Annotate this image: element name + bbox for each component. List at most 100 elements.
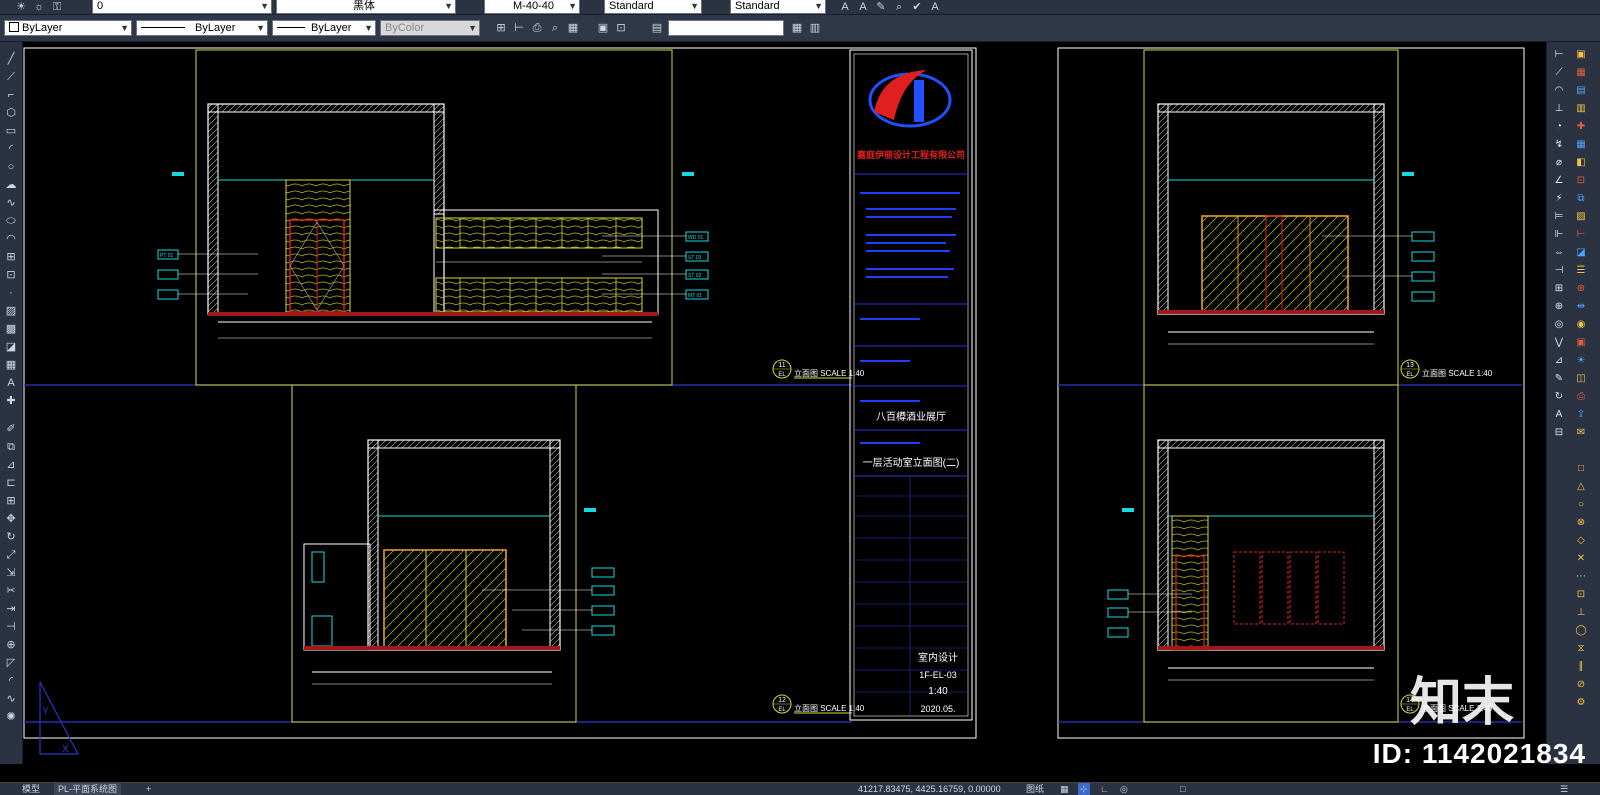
render-icon[interactable]: ◉ xyxy=(1573,318,1589,332)
rectangle-icon[interactable]: ▭ xyxy=(3,124,19,138)
array-icon[interactable]: ⊞ xyxy=(3,494,19,508)
spline-icon[interactable]: ∿ xyxy=(3,196,19,210)
block-icon[interactable]: ▣ xyxy=(596,21,610,35)
tool-palette-icon[interactable]: ▣ xyxy=(1573,48,1589,62)
dim-diameter-icon[interactable]: ⌀ xyxy=(1551,156,1567,170)
snap-toggle-icon[interactable]: ⊹ xyxy=(1078,783,1090,795)
extend-icon[interactable]: ⇥ xyxy=(3,602,19,616)
zoom-icon[interactable]: ⌕ xyxy=(548,21,562,35)
find-icon[interactable]: ⌕ xyxy=(892,0,906,14)
center-mark-icon[interactable]: ⊕ xyxy=(1551,300,1567,314)
dim-aligned-icon[interactable]: ⟋ xyxy=(1551,66,1567,80)
mtext-tool-icon[interactable]: A xyxy=(3,376,19,390)
area-icon[interactable]: ◪ xyxy=(1573,246,1589,260)
bulb-icon[interactable]: ☀ xyxy=(14,0,28,14)
arc-icon[interactable]: ◜ xyxy=(3,142,19,156)
osnap-intersection-icon[interactable]: ✕ xyxy=(1573,552,1589,566)
explode-icon[interactable]: ✺ xyxy=(3,710,19,724)
region-icon[interactable]: ◪ xyxy=(3,340,19,354)
check-spelling-icon[interactable]: ✔ xyxy=(910,0,924,14)
tolerance-icon[interactable]: ⊞ xyxy=(1551,282,1567,296)
trim-icon[interactable]: ✂ xyxy=(3,584,19,598)
dimstyle-dropdown[interactable]: M-40-40 ▼ xyxy=(484,0,580,14)
sheetset-icon[interactable]: ▥ xyxy=(1573,102,1589,116)
design-center-icon[interactable]: ▦ xyxy=(1573,66,1589,80)
plot-icon[interactable]: ⎙ xyxy=(1573,390,1589,404)
scale-icon[interactable]: ⤢ xyxy=(3,548,19,562)
dim-linear-tool-icon[interactable]: ⊢ xyxy=(1551,48,1567,62)
circle-icon[interactable]: ○ xyxy=(3,160,19,174)
ellipse-icon[interactable]: ⬭ xyxy=(3,214,19,228)
dim-baseline-icon[interactable]: ⊨ xyxy=(1551,210,1567,224)
list-icon[interactable]: ☰ xyxy=(1573,264,1589,278)
join-icon[interactable]: ⊕ xyxy=(3,638,19,652)
blend-icon[interactable]: ∿ xyxy=(3,692,19,706)
viewport-icon[interactable]: ▥ xyxy=(808,21,822,35)
plotstyle-dropdown[interactable]: ByColor ▼ xyxy=(380,20,480,36)
xref-icon[interactable]: ⧉ xyxy=(1573,192,1589,206)
dim-radius-icon[interactable]: ◔ xyxy=(1551,120,1567,134)
dim-update-icon[interactable]: ↻ xyxy=(1551,390,1567,404)
offset-icon[interactable]: ⊏ xyxy=(3,476,19,490)
id-point-icon[interactable]: ⊕ xyxy=(1573,282,1589,296)
command-input[interactable] xyxy=(668,20,784,36)
erase-icon[interactable]: ✐ xyxy=(3,422,19,436)
measure-icon[interactable]: ⊢ xyxy=(1573,228,1589,242)
grid-icon[interactable]: ▦ xyxy=(566,21,580,35)
osnap-settings-icon[interactable]: ⚙ xyxy=(1573,696,1589,710)
ortho-toggle-icon[interactable]: ∟ xyxy=(1100,783,1109,795)
tab-layout[interactable]: PL-平面系统图 xyxy=(54,783,122,795)
osnap-node-icon[interactable]: ⊗ xyxy=(1573,516,1589,530)
grid-toggle-icon[interactable]: ▦ xyxy=(1060,783,1069,795)
layout-icon[interactable]: ▤ xyxy=(650,21,664,35)
table-icon[interactable]: ▦ xyxy=(790,21,804,35)
move-icon[interactable]: ✥ xyxy=(3,512,19,526)
stretch-icon[interactable]: ⇲ xyxy=(3,566,19,580)
dim-break-icon[interactable]: ⊣ xyxy=(1551,264,1567,278)
copy-icon[interactable]: ⧉ xyxy=(3,440,19,454)
osnap-parallel-icon[interactable]: ∥ xyxy=(1573,660,1589,674)
osnap-endpoint-icon[interactable]: □ xyxy=(1573,462,1589,476)
osnap-quadrant-icon[interactable]: ◇ xyxy=(1573,534,1589,548)
layer-manager-icon[interactable]: ◧ xyxy=(1573,156,1589,170)
break-icon[interactable]: ⊣ xyxy=(3,620,19,634)
revcloud-icon[interactable]: ☁ xyxy=(3,178,19,192)
distance-icon[interactable]: ⇹ xyxy=(1573,300,1589,314)
quick-dim-icon[interactable]: ⚡ xyxy=(1551,192,1567,206)
etransmit-icon[interactable]: ✉ xyxy=(1573,426,1589,440)
osnap-toggle-icon[interactable]: □ xyxy=(1180,783,1185,795)
osnap-insertion-icon[interactable]: ⊡ xyxy=(1573,588,1589,602)
chamfer-icon[interactable]: ◸ xyxy=(3,656,19,670)
tablestyle-dropdown[interactable]: Standard ▼ xyxy=(604,0,702,14)
osnap-nearest-icon[interactable]: ⧖ xyxy=(1573,642,1589,656)
dim-space-icon[interactable]: ⇔ xyxy=(1551,246,1567,260)
edit-text-icon[interactable]: ✎ xyxy=(874,0,888,14)
dim-text-edit-icon[interactable]: ✎ xyxy=(1551,372,1567,386)
mleaderstyle-dropdown[interactable]: Standard ▼ xyxy=(730,0,826,14)
publish-icon[interactable]: ⇪ xyxy=(1573,408,1589,422)
polar-toggle-icon[interactable]: ◎ xyxy=(1120,783,1128,795)
line-icon[interactable]: ╱ xyxy=(3,52,19,66)
polyline-icon[interactable]: ⌐ xyxy=(3,88,19,102)
fillet-icon[interactable]: ◜ xyxy=(3,674,19,688)
color-dropdown[interactable]: ByLayer ▼ xyxy=(4,20,132,36)
block-editor-icon[interactable]: ⊡ xyxy=(1573,174,1589,188)
settings-icon[interactable]: ☰ xyxy=(1560,783,1568,795)
lock-icon[interactable]: ⚿ xyxy=(50,0,64,14)
dim-arc-icon[interactable]: ◠ xyxy=(1551,84,1567,98)
point-icon[interactable]: · xyxy=(3,286,19,300)
dim-jogged-icon[interactable]: ↯ xyxy=(1551,138,1567,152)
markup-icon[interactable]: ✚ xyxy=(1573,120,1589,134)
lineweight-dropdown[interactable]: ByLayer ▼ xyxy=(272,20,376,36)
image-icon[interactable]: ▨ xyxy=(1573,210,1589,224)
rotate-icon[interactable]: ↻ xyxy=(3,530,19,544)
light-icon[interactable]: ☀ xyxy=(1573,354,1589,368)
linetype-dropdown[interactable]: ByLayer ▼ xyxy=(136,20,268,36)
font-dropdown[interactable]: 黑体 ▼ xyxy=(276,0,456,14)
text-style-icon[interactable]: A xyxy=(928,0,942,14)
layer-dropdown[interactable]: 0 ▼ xyxy=(92,0,272,14)
dim-style-icon[interactable]: A xyxy=(1551,408,1567,422)
hatch-icon[interactable]: ▨ xyxy=(3,304,19,318)
tab-model[interactable]: 模型 xyxy=(18,783,44,795)
properties-icon[interactable]: ▤ xyxy=(1573,84,1589,98)
